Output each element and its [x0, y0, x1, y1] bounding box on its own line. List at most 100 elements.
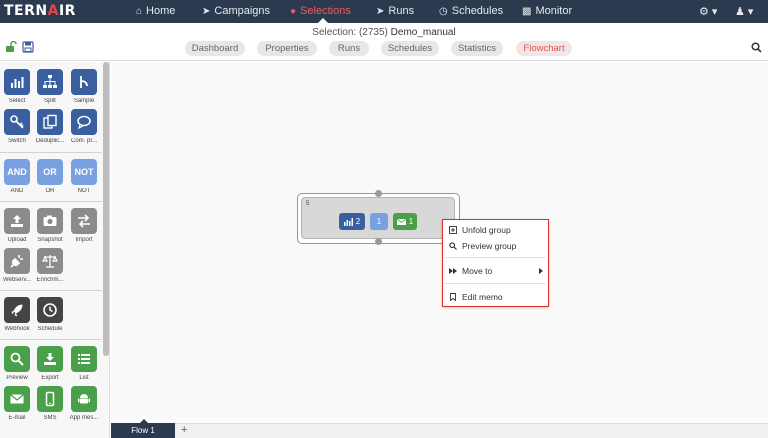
selections-icon: ● [290, 6, 297, 17]
tab-flowchart[interactable]: Flowchart [516, 41, 572, 56]
tool-email[interactable]: E-mail [0, 386, 34, 422]
user-icon: ♟ [735, 6, 745, 18]
save-icon[interactable] [22, 41, 34, 53]
connector-handle-bottom[interactable] [375, 238, 382, 245]
tool-enrichment[interactable]: Enrichm... [33, 248, 67, 284]
tool-app-message[interactable]: App mes... [67, 386, 101, 422]
tool-webservice[interactable]: Webserv... [0, 248, 34, 284]
tool-not[interactable]: NOT NOT [67, 159, 101, 195]
fork-icon [71, 69, 97, 95]
tool-select[interactable]: Select [0, 69, 34, 105]
clock-icon [37, 297, 63, 323]
download-icon [37, 346, 63, 372]
tool-webhook[interactable]: Webhook [0, 297, 34, 333]
flow-node-or[interactable]: 1 [370, 213, 388, 230]
mobile-icon [37, 386, 63, 412]
tab-runs[interactable]: Runs [329, 41, 369, 56]
bar-chart-icon [4, 69, 30, 95]
tab-statistics[interactable]: Statistics [451, 41, 503, 56]
android-icon [71, 386, 97, 412]
group-number: 5 [306, 201, 310, 207]
monitor-icon: ▩ [522, 6, 532, 17]
tool-sample[interactable]: Sample [67, 69, 101, 105]
nav-monitor[interactable]: ▩ Monitor [522, 5, 572, 17]
envelope-icon [396, 218, 406, 225]
fast-forward-icon [449, 268, 457, 274]
bookmark-icon [450, 293, 456, 301]
menu-edit-memo[interactable]: Edit memo [449, 292, 503, 302]
exchange-icon [71, 208, 97, 234]
schedules-icon: ◷ [439, 6, 448, 17]
tab-dashboard[interactable]: Dashboard [185, 41, 245, 56]
gear-icon: ⚙ [699, 6, 709, 18]
nav-campaigns[interactable]: ➤ Campaigns [202, 5, 270, 17]
menu-move-to[interactable]: Move to [449, 266, 492, 276]
settings-menu[interactable]: ⚙ ▾ [699, 5, 717, 18]
rocket-icon [4, 297, 30, 323]
top-nav: TERNAIR ⌂ Home ➤ Campaigns ● Selections ➤ Ru… [0, 0, 768, 23]
tool-upload[interactable]: Upload [0, 208, 34, 244]
submenu-arrow-icon [539, 268, 543, 274]
runs-icon: ➤ [376, 6, 385, 17]
tab-properties[interactable]: Properties [257, 41, 317, 56]
selection-header: Selection: (2735) Demo_manual Dashboard … [0, 23, 768, 61]
tab-flow-1[interactable]: Flow 1 [111, 423, 175, 438]
tool-palette: Select Split Sample Switch Deduplic... C… [0, 62, 110, 438]
menu-preview-group[interactable]: Preview group [449, 241, 516, 251]
menu-separator [445, 283, 546, 284]
tool-compare[interactable]: Com. pr... [67, 109, 101, 145]
plug-icon [4, 248, 30, 274]
flow-node-email[interactable]: 1 [393, 213, 417, 230]
unlock-icon[interactable] [5, 41, 17, 53]
comment-icon [71, 109, 97, 135]
tool-or[interactable]: OR OR [33, 159, 67, 195]
tool-deduplicate[interactable]: Deduplic... [33, 109, 67, 145]
tool-snapshot[interactable]: Snapshot [33, 208, 67, 244]
menu-unfold-group[interactable]: Unfold group [449, 225, 511, 235]
search-icon[interactable] [751, 42, 762, 53]
tool-export[interactable]: Export [33, 346, 67, 382]
ternair-logo[interactable]: TERNAIR [4, 3, 76, 19]
unfold-icon [449, 226, 457, 234]
connector-handle-top[interactable] [375, 190, 382, 197]
selection-title: Selection: (2735) Demo_manual [312, 27, 456, 38]
home-icon: ⌂ [136, 6, 143, 17]
palette-divider [0, 339, 102, 340]
list-icon [71, 346, 97, 372]
context-menu: Unfold group Preview group Move to Edit … [442, 219, 549, 307]
tool-split[interactable]: Split [33, 69, 67, 105]
flow-group[interactable]: 5 2 1 1 [297, 190, 460, 245]
tool-schedule[interactable]: Schedule [33, 297, 67, 333]
flow-node-select[interactable]: 2 [339, 213, 365, 230]
upload-icon [4, 208, 30, 234]
tab-schedules[interactable]: Schedules [381, 41, 439, 56]
flow-group-body[interactable]: 5 2 1 1 [301, 197, 455, 239]
camera-icon [37, 208, 63, 234]
tool-sms[interactable]: SMS [33, 386, 67, 422]
search-icon [4, 346, 30, 372]
nav-schedules[interactable]: ◷ Schedules [439, 5, 503, 17]
tool-switch[interactable]: Switch [0, 109, 34, 145]
sitemap-icon [37, 69, 63, 95]
tool-and[interactable]: AND AND [0, 159, 34, 195]
envelope-icon [4, 386, 30, 412]
tool-list[interactable]: List [67, 346, 101, 382]
nav-selections[interactable]: ● Selections [290, 5, 351, 17]
tool-import[interactable]: Import [67, 208, 101, 244]
nav-runs[interactable]: ➤ Runs [376, 5, 414, 17]
key-icon [4, 109, 30, 135]
nav-home[interactable]: ⌂ Home [136, 5, 175, 17]
bar-chart-icon [343, 217, 353, 226]
palette-divider [0, 152, 102, 153]
balance-scale-icon [37, 248, 63, 274]
user-menu[interactable]: ♟ ▾ [735, 5, 753, 18]
menu-separator [445, 257, 546, 258]
campaigns-icon: ➤ [202, 6, 211, 17]
palette-divider [0, 201, 102, 202]
palette-scrollbar[interactable] [103, 62, 109, 356]
copy-icon [37, 109, 63, 135]
palette-divider [0, 290, 102, 291]
tool-preview[interactable]: Preview [0, 346, 34, 382]
add-flow-button[interactable]: + [181, 424, 187, 437]
search-icon [449, 242, 457, 250]
